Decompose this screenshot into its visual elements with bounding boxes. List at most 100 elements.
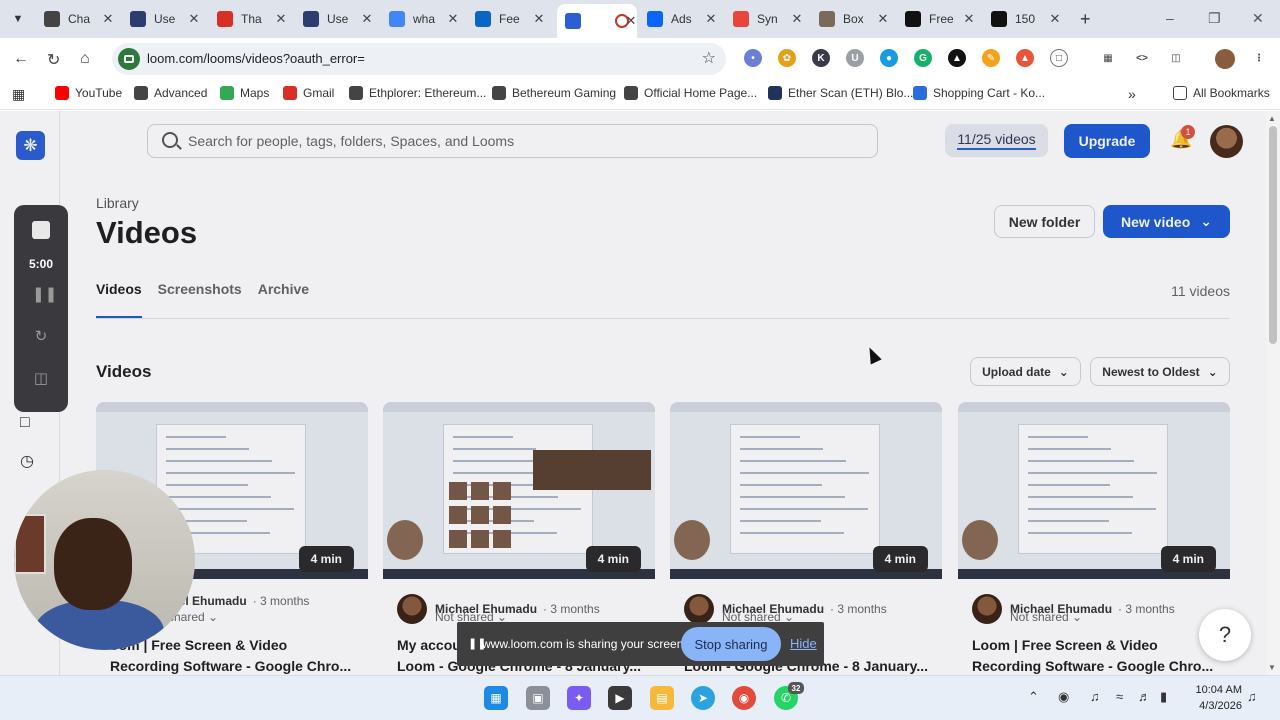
extensions-puzzle-icon[interactable]: □ (1050, 49, 1068, 67)
user-avatar[interactable] (1210, 125, 1243, 158)
bookmark-item[interactable]: Maps (220, 86, 269, 100)
browser-menu-icon[interactable]: ⋮ (1250, 49, 1268, 67)
scroll-down-icon[interactable]: ▼ (1268, 663, 1276, 672)
tray-chevron-icon[interactable]: ⌃ (1028, 689, 1039, 705)
stop-sharing-button[interactable]: Stop sharing (681, 627, 781, 661)
camera-off-icon[interactable]: ◉ (1058, 689, 1069, 705)
close-tab-icon[interactable]: ✕ (275, 11, 287, 27)
search-input[interactable] (188, 131, 838, 151)
page-scrollbar[interactable]: ▲ ▼ (1266, 111, 1280, 675)
clipchamp-icon[interactable]: ▶ (608, 686, 632, 710)
extension-icon[interactable]: ✿ (778, 49, 796, 67)
bookmark-item[interactable]: YouTube (55, 86, 122, 100)
browser-tab[interactable]: Ads ✕ (643, 6, 717, 32)
pause-icon[interactable]: ❚❚ (32, 285, 57, 303)
bookmark-icon[interactable]: □ (20, 414, 30, 432)
close-tab-icon[interactable]: ✕ (447, 11, 459, 27)
close-tab-icon[interactable]: ✕ (963, 11, 975, 27)
maximize-icon[interactable]: ❐ (1208, 10, 1221, 27)
more-bookmarks-icon[interactable]: » (1128, 86, 1136, 102)
reload-icon[interactable]: ↻ (47, 50, 60, 70)
browser-tab[interactable]: Box ✕ (815, 6, 889, 32)
site-info-icon[interactable] (118, 48, 140, 70)
start-icon[interactable]: ▦ (484, 686, 508, 710)
close-tab-icon[interactable]: ✕ (102, 11, 114, 27)
bookmark-item[interactable]: Gmail (283, 86, 334, 100)
bookmark-item[interactable]: Bethereum Gaming (492, 86, 616, 100)
new-video-button[interactable]: New video ⌄ (1103, 205, 1230, 238)
hide-link[interactable]: Hide (790, 636, 817, 651)
profile-avatar[interactable] (1215, 49, 1235, 69)
video-title[interactable]: Loom | Free Screen & Video Recording Sof… (972, 635, 1218, 675)
stop-recording-button[interactable] (32, 221, 50, 239)
close-tab-icon[interactable]: ✕ (877, 11, 889, 27)
back-icon[interactable]: ← (13, 50, 29, 68)
extension-icon[interactable]: K (812, 49, 830, 67)
camera-bubble[interactable] (14, 470, 195, 650)
close-tab-icon[interactable]: ✕ (705, 11, 717, 27)
sharing-status[interactable]: Not shared ⌄ (1010, 610, 1082, 624)
file-explorer-icon[interactable]: ▤ (650, 686, 674, 710)
browser-tab[interactable]: Use ✕ (126, 6, 200, 32)
close-tab-icon[interactable]: ✕ (361, 11, 373, 27)
breadcrumb[interactable]: Library (96, 195, 139, 211)
notification-icon[interactable]: ♫ (1247, 689, 1257, 704)
close-window-icon[interactable]: ✕ (1252, 10, 1264, 27)
browser-tab[interactable]: Syn ✕ (729, 6, 803, 32)
search-bar[interactable] (147, 124, 878, 158)
trash-icon[interactable]: ◫ (1167, 49, 1185, 67)
bookmark-item[interactable]: Official Home Page... (624, 86, 757, 100)
home-icon[interactable]: ⌂ (80, 50, 90, 68)
system-clock[interactable]: 10:04 AM 4/3/2026 (1190, 682, 1242, 714)
browser-tab[interactable]: 150 ✕ (987, 6, 1061, 32)
author-avatar[interactable] (397, 594, 427, 624)
browser-tab[interactable]: ✕ (557, 4, 637, 38)
bookmark-item[interactable]: Ethplorer: Ethereum... (349, 86, 486, 100)
bookmark-item[interactable]: Shopping Cart - Ko... (913, 86, 1045, 100)
bookmark-item[interactable]: Advanced (134, 86, 207, 100)
sort-field-dropdown[interactable]: Upload date ⌄ (970, 357, 1081, 386)
author-avatar[interactable] (972, 594, 1002, 624)
extension-icon[interactable]: U (846, 49, 864, 67)
extension-icon[interactable]: G (914, 49, 932, 67)
extension-icon[interactable]: ✎ (982, 49, 1000, 67)
scroll-up-icon[interactable]: ▲ (1268, 114, 1276, 123)
extension-icon[interactable]: ▲ (1016, 49, 1034, 67)
copilot-icon[interactable]: ✦ (567, 686, 591, 710)
restart-icon[interactable]: ↻ (32, 327, 50, 345)
task-view-icon[interactable]: ▣ (526, 686, 550, 710)
wifi-icon[interactable]: ≈ (1116, 689, 1123, 704)
tab-screenshots[interactable]: Screenshots (158, 281, 242, 319)
devtools-icon[interactable]: <> (1133, 49, 1151, 67)
battery-icon[interactable]: ▮ (1160, 689, 1167, 705)
tab-search-icon[interactable]: ▼ (6, 7, 30, 31)
bookmark-star-icon[interactable]: ☆ (702, 48, 716, 68)
tab-videos[interactable]: Videos (96, 281, 142, 319)
close-tab-icon[interactable]: ✕ (188, 11, 200, 27)
all-bookmarks[interactable]: All Bookmarks (1173, 86, 1270, 100)
bookmark-item[interactable]: Ether Scan (ETH) Blo... (768, 86, 913, 100)
apps-grid-icon[interactable]: ▦ (12, 86, 25, 103)
close-tab-icon[interactable]: ✕ (533, 11, 545, 27)
video-card[interactable]: 4 min Michael Ehumadu · 3 months Not shared… (958, 402, 1230, 675)
tab-archive[interactable]: Archive (258, 281, 309, 319)
browser-tab[interactable]: wha ✕ (385, 6, 459, 32)
author-avatar[interactable] (684, 594, 714, 624)
help-button[interactable]: ? (1199, 609, 1251, 661)
close-tab-icon[interactable]: ✕ (625, 13, 637, 29)
close-tab-icon[interactable]: ✕ (791, 11, 803, 27)
scrollbar-thumb[interactable] (1269, 126, 1277, 344)
history-clock-icon[interactable]: ◷ (20, 451, 34, 471)
browser-tab[interactable]: Free ✕ (901, 6, 975, 32)
microphone-icon[interactable]: ♫ (1090, 689, 1100, 704)
delete-icon[interactable]: ◫ (32, 369, 50, 387)
minimize-icon[interactable]: – (1166, 10, 1174, 26)
tab-groups-icon[interactable]: ▦ (1099, 49, 1117, 67)
browser-tab[interactable]: Use ✕ (299, 6, 373, 32)
extension-icon[interactable]: ▲ (948, 49, 966, 67)
loom-logo-icon[interactable]: ❋ (16, 131, 45, 160)
upgrade-button[interactable]: Upgrade (1064, 124, 1150, 158)
extension-icon[interactable]: ● (880, 49, 898, 67)
address-bar[interactable]: loom.com/looms/videos?oauth_error= ☆ (112, 43, 726, 75)
extension-icon[interactable]: • (744, 49, 762, 67)
